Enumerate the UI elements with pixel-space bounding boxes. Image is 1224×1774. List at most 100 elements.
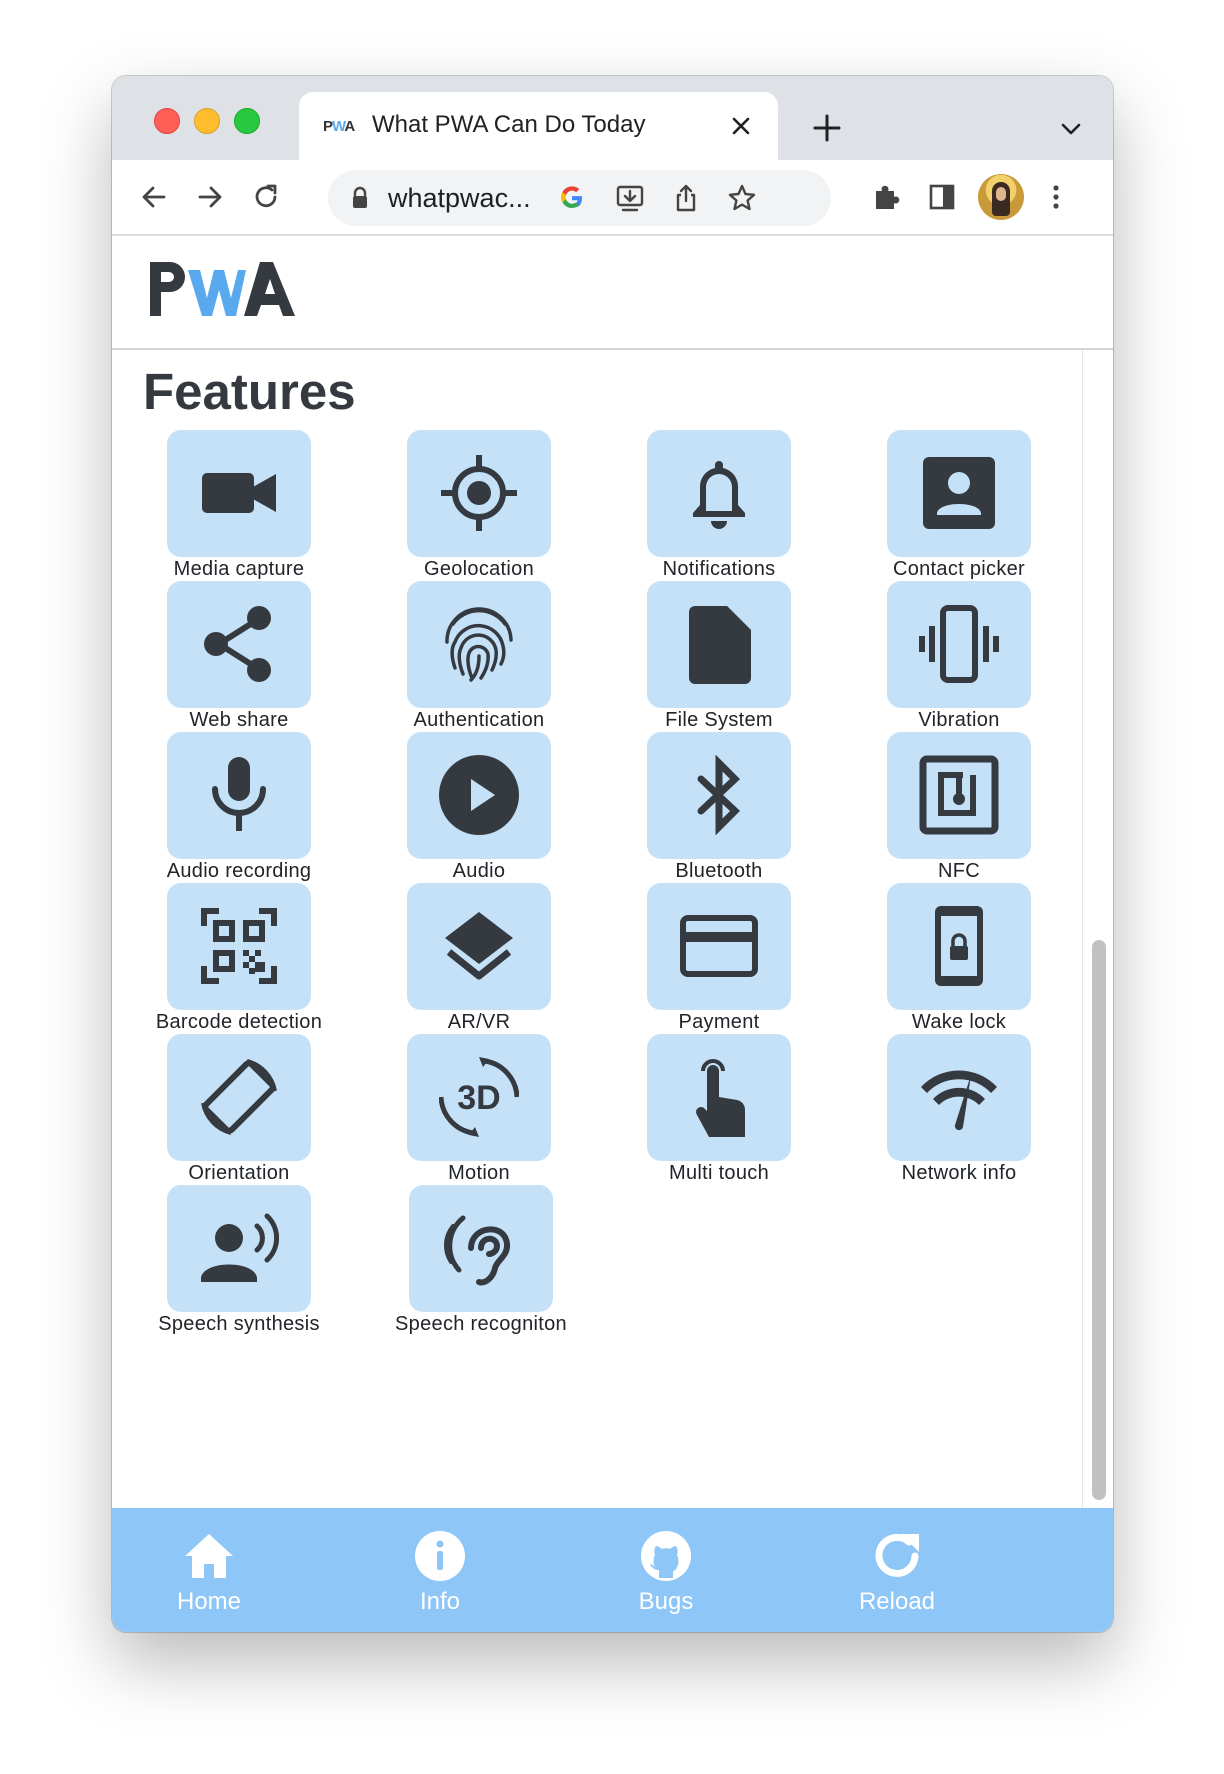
- feature-label: Web share: [189, 709, 289, 731]
- feature-notifications[interactable]: Notifications: [592, 430, 832, 580]
- pwa-logo[interactable]: [148, 258, 298, 318]
- feature-motion[interactable]: 3D Motion: [352, 1034, 592, 1184]
- feature-tile[interactable]: [407, 732, 551, 859]
- feature-tile[interactable]: [407, 581, 551, 708]
- google-icon[interactable]: [556, 182, 588, 214]
- feature-label: Vibration: [918, 709, 1000, 731]
- lock-icon[interactable]: [350, 186, 370, 210]
- chevron-down-icon[interactable]: [1058, 116, 1084, 142]
- feature-tile[interactable]: [887, 581, 1031, 708]
- feature-tile[interactable]: [409, 1185, 553, 1312]
- feature-tile[interactable]: [647, 430, 791, 557]
- side-panel-icon[interactable]: [926, 181, 958, 213]
- feature-tile[interactable]: [167, 1185, 311, 1312]
- browser-toolbar: whatpwac...: [112, 160, 1113, 236]
- feature-authentication[interactable]: Authentication: [352, 581, 592, 731]
- nav-home-label: Home: [176, 1588, 242, 1615]
- feature-nfc[interactable]: NFC: [832, 732, 1072, 882]
- feature-tile[interactable]: [887, 883, 1031, 1010]
- nav-home[interactable]: Home: [129, 1508, 289, 1632]
- feature-ar-vr[interactable]: AR/VR: [352, 883, 592, 1033]
- feature-label: Motion: [448, 1162, 510, 1184]
- feature-audio-recording[interactable]: Audio recording: [112, 732, 352, 882]
- feature-label: Wake lock: [911, 1011, 1007, 1033]
- scrollbar-thumb[interactable]: [1092, 940, 1106, 1500]
- feature-web-share[interactable]: Web share: [112, 581, 352, 731]
- microphone-icon: [212, 757, 266, 831]
- feature-label: Network info: [901, 1162, 1017, 1184]
- feature-label: Notifications: [662, 558, 776, 580]
- minimize-window-button[interactable]: [194, 108, 220, 134]
- reload-icon[interactable]: [250, 181, 282, 213]
- feature-tile[interactable]: [167, 581, 311, 708]
- zoom-window-button[interactable]: [234, 108, 260, 134]
- feature-label: Barcode detection: [155, 1011, 323, 1033]
- scrollbar[interactable]: [1082, 350, 1113, 1508]
- plus-icon[interactable]: [809, 110, 845, 146]
- svg-text:3D: 3D: [457, 1079, 500, 1117]
- feature-barcode-detection[interactable]: Barcode detection: [112, 883, 352, 1033]
- url-text[interactable]: whatpwac...: [388, 183, 531, 214]
- feature-speech-recognition[interactable]: Speech recogniton: [354, 1185, 594, 1335]
- close-window-button[interactable]: [154, 108, 180, 134]
- profile-avatar[interactable]: [978, 174, 1024, 220]
- address-bar[interactable]: whatpwac...: [328, 170, 831, 226]
- star-icon[interactable]: [726, 182, 758, 214]
- feature-media-capture[interactable]: Media capture: [112, 430, 352, 580]
- feature-label: Audio recording: [166, 860, 312, 882]
- feature-file-system[interactable]: File System: [592, 581, 832, 731]
- feature-speech-synthesis[interactable]: Speech synthesis: [112, 1185, 352, 1335]
- feature-geolocation[interactable]: Geolocation: [352, 430, 592, 580]
- tab-title: What PWA Can Do Today: [372, 111, 646, 138]
- feature-bluetooth[interactable]: Bluetooth: [592, 732, 832, 882]
- puzzle-icon[interactable]: [870, 181, 902, 213]
- feature-payment[interactable]: Payment: [592, 883, 832, 1033]
- feature-network-info[interactable]: Network info: [832, 1034, 1072, 1184]
- feature-vibration[interactable]: Vibration: [832, 581, 1072, 731]
- feature-tile[interactable]: [167, 732, 311, 859]
- feature-tile[interactable]: [887, 732, 1031, 859]
- feature-tile[interactable]: [887, 430, 1031, 557]
- share-icon[interactable]: [670, 182, 702, 214]
- feature-tile[interactable]: [647, 883, 791, 1010]
- install-icon[interactable]: [614, 182, 646, 214]
- feature-label: Media capture: [173, 558, 305, 580]
- feature-label: Payment: [678, 1011, 760, 1033]
- nav-info[interactable]: Info: [360, 1508, 520, 1632]
- feature-tile[interactable]: [647, 581, 791, 708]
- wifi-speed-icon: [921, 1070, 997, 1131]
- feature-tile[interactable]: [167, 430, 311, 557]
- feature-wake-lock[interactable]: Wake lock: [832, 883, 1072, 1033]
- feature-audio[interactable]: Audio: [352, 732, 592, 882]
- arrow-left-icon[interactable]: [138, 181, 170, 213]
- feature-tile[interactable]: [887, 1034, 1031, 1161]
- feature-tile[interactable]: [647, 732, 791, 859]
- nav-bugs[interactable]: Bugs: [586, 1508, 746, 1632]
- nav-reload[interactable]: Reload: [817, 1508, 977, 1632]
- feature-label: Speech synthesis: [158, 1313, 320, 1335]
- features-grid: Media capture Geolocation Notifications …: [112, 430, 1084, 1508]
- arrow-right-icon[interactable]: [194, 181, 226, 213]
- feature-label: Contact picker: [892, 558, 1026, 580]
- kebab-menu-icon[interactable]: [1040, 181, 1072, 213]
- bottom-navigation: Home Info Bugs Reload: [112, 1508, 1113, 1632]
- nfc-icon: [919, 755, 999, 835]
- nav-bugs-label: Bugs: [638, 1588, 694, 1615]
- qr-code-icon: [201, 908, 277, 984]
- feature-label: Bluetooth: [675, 860, 763, 882]
- feature-tile[interactable]: 3D: [407, 1034, 551, 1161]
- browser-tab[interactable]: PWA What PWA Can Do Today: [299, 92, 778, 160]
- feature-tile[interactable]: [647, 1034, 791, 1161]
- feature-tile[interactable]: [167, 1034, 311, 1161]
- tab-strip: PWA What PWA Can Do Today: [112, 76, 1113, 160]
- ear-icon: [443, 1215, 511, 1286]
- browser-window: PWA What PWA Can Do Today whatpwac... Fe…: [112, 76, 1113, 1632]
- feature-tile[interactable]: [407, 430, 551, 557]
- feature-multi-touch[interactable]: Multi touch: [592, 1034, 832, 1184]
- close-icon[interactable]: [727, 112, 755, 140]
- feature-tile[interactable]: [407, 883, 551, 1010]
- feature-orientation[interactable]: Orientation: [112, 1034, 352, 1184]
- feature-tile[interactable]: [167, 883, 311, 1010]
- feature-contact-picker[interactable]: Contact picker: [832, 430, 1072, 580]
- layers-icon: [445, 912, 513, 980]
